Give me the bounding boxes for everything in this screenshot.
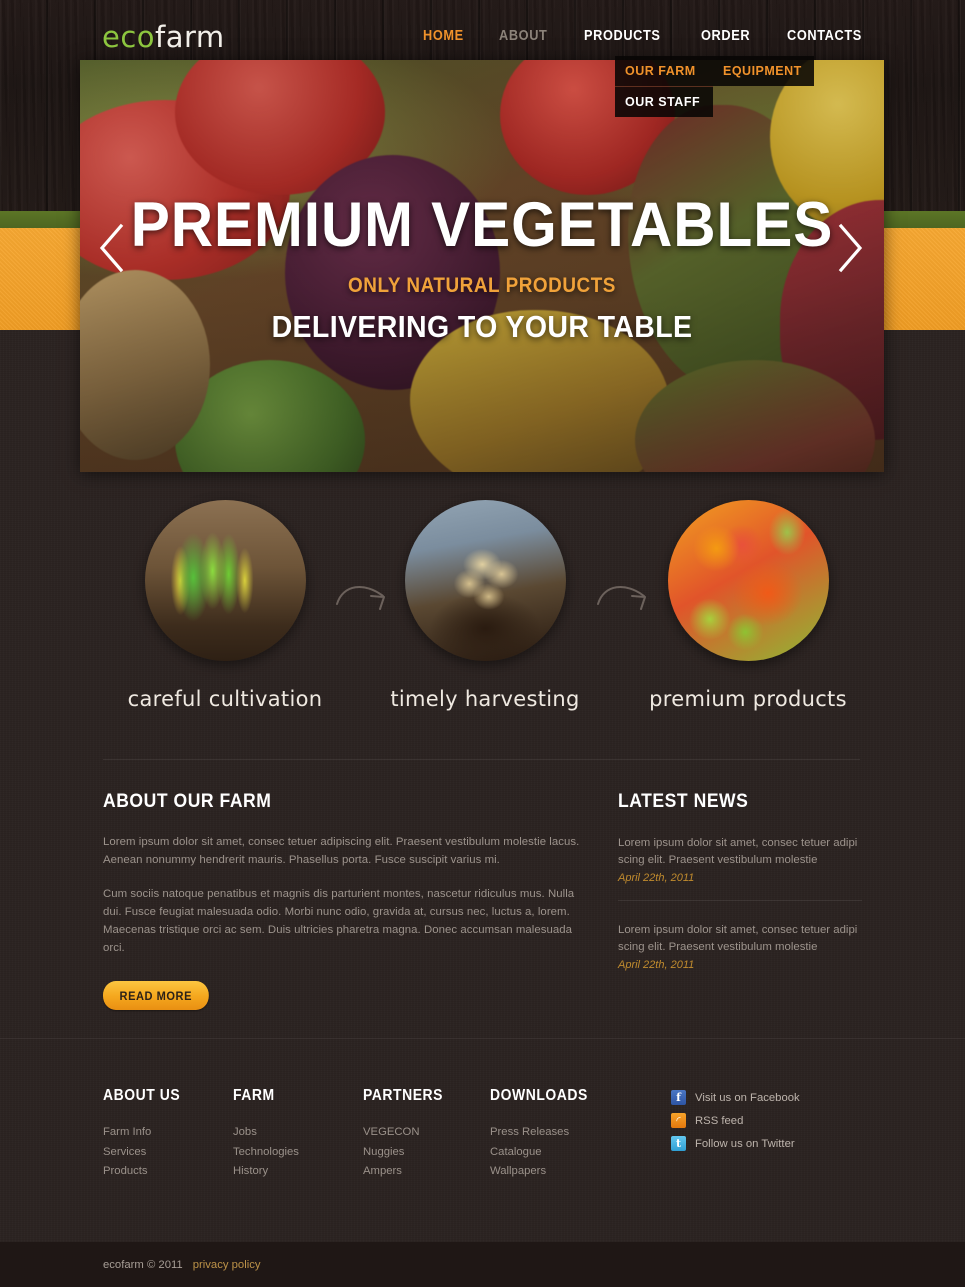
content-divider [103, 759, 860, 760]
news-item-divider [618, 900, 862, 901]
social-row-rss[interactable]: ◜ RSS feed [671, 1113, 800, 1128]
twitter-icon: t [671, 1136, 686, 1151]
main-navigation: HOME ABOUT PRODUCTS ORDER CONTACTS [408, 28, 887, 44]
hero-title: PREMIUM VEGETABLES [130, 190, 834, 260]
footer-link[interactable]: Ampers [363, 1162, 452, 1182]
facebook-icon: f [671, 1090, 686, 1105]
about-paragraph-2: Cum sociis natoque penatibus et magnis d… [103, 888, 575, 954]
about-paragraph-1: Lorem ipsum dolor sit amet, consec tetue… [103, 836, 580, 866]
footer-title-downloads: DOWNLOADS [490, 1087, 588, 1104]
logo-eco-text: eco [102, 20, 156, 54]
nav-item-order[interactable]: ORDER [686, 28, 772, 44]
nav-link-about[interactable]: ABOUT [499, 28, 547, 44]
nav-link-order[interactable]: ORDER [701, 28, 750, 44]
footer-link[interactable]: Catalogue [490, 1143, 599, 1163]
nav-link-products[interactable]: PRODUCTS [584, 28, 661, 44]
nav-link-contacts[interactable]: CONTACTS [787, 28, 862, 44]
hands-holding-potatoes-photo[interactable] [404, 500, 566, 661]
nav-item-about[interactable]: ABOUT [484, 28, 569, 44]
chevron-right-icon[interactable] [833, 222, 867, 274]
site-logo[interactable]: ecofarm [102, 20, 225, 54]
features-section: careful cultivation timely harvesting pr… [0, 500, 965, 735]
footer-links-partners: VEGECON Nuggies Ampers [363, 1123, 452, 1182]
dropdown-item-equipment[interactable]: EQUIPMENT [713, 56, 814, 86]
hero-caption: PREMIUM VEGETABLES ONLY NATURAL PRODUCTS… [80, 194, 884, 345]
footer-link[interactable]: History [233, 1162, 299, 1182]
assorted-vegetables-photo[interactable] [667, 500, 829, 661]
news-section-title: LATEST NEWS [618, 790, 749, 812]
news-item-2: Lorem ipsum dolor sit amet, consec tetue… [618, 922, 863, 971]
read-more-button[interactable]: READ MORE [103, 981, 209, 1010]
nav-item-contacts[interactable]: CONTACTS [772, 28, 887, 44]
copyright-bar: ecofarm © 2011 privacy policy [0, 1242, 965, 1287]
chevron-left-icon[interactable] [95, 222, 129, 274]
footer-links-about-us: Farm Info Services Products [103, 1123, 189, 1182]
site-footer: ABOUT US Farm Info Services Products FAR… [0, 1038, 965, 1242]
nav-item-home[interactable]: HOME [408, 28, 484, 44]
footer-link[interactable]: Services [103, 1143, 189, 1163]
hero-slider[interactable]: PREMIUM VEGETABLES ONLY NATURAL PRODUCTS… [80, 60, 884, 472]
footer-link[interactable]: Farm Info [103, 1123, 189, 1143]
news-date-1[interactable]: April 22th, 2011 [618, 872, 863, 884]
footer-links-farm: Jobs Technologies History [233, 1123, 299, 1182]
copyright-text: ecofarm © 2011 [103, 1258, 183, 1271]
footer-column-downloads: DOWNLOADS Press Releases Catalogue Wallp… [490, 1087, 599, 1182]
feature-timely-harvesting: timely harvesting [370, 500, 600, 711]
news-item-1: Lorem ipsum dolor sit amet, consec tetue… [618, 835, 863, 884]
latest-news-section: LATEST NEWS Lorem ipsum dolor sit amet, … [618, 790, 863, 971]
footer-link[interactable]: Jobs [233, 1123, 299, 1143]
footer-link[interactable]: Press Releases [490, 1123, 599, 1143]
logo-farm-text: farm [155, 20, 225, 54]
feature-premium-products: premium products [633, 500, 863, 711]
feature-label-2: timely harvesting [390, 687, 580, 711]
nav-link-home[interactable]: HOME [423, 28, 464, 44]
rss-icon: ◜ [671, 1113, 686, 1128]
dropdown-item-our-farm[interactable]: OUR FARM [615, 56, 713, 86]
social-label-facebook: Visit us on Facebook [695, 1091, 800, 1104]
feature-label-1: careful cultivation [127, 687, 323, 711]
dropdown-second-menu: EQUIPMENT [713, 56, 814, 86]
footer-title-partners: PARTNERS [363, 1087, 444, 1104]
footer-link[interactable]: Nuggies [363, 1143, 452, 1163]
footer-link[interactable]: Wallpapers [490, 1162, 599, 1182]
social-label-rss: RSS feed [695, 1114, 744, 1127]
news-text-2: Lorem ipsum dolor sit amet, consec tetue… [618, 924, 858, 953]
news-text-1: Lorem ipsum dolor sit amet, consec tetue… [618, 837, 858, 866]
news-date-2[interactable]: April 22th, 2011 [618, 959, 863, 971]
footer-column-about-us: ABOUT US Farm Info Services Products [103, 1087, 189, 1182]
footer-column-partners: PARTNERS VEGECON Nuggies Ampers [363, 1087, 452, 1182]
footer-title-about-us: ABOUT US [103, 1087, 181, 1104]
feature-label-3: premium products [649, 687, 847, 711]
feature-careful-cultivation: careful cultivation [110, 500, 340, 711]
social-row-facebook[interactable]: f Visit us on Facebook [671, 1090, 800, 1105]
dropdown-about-menu: OUR FARM OUR STAFF [615, 56, 713, 117]
nav-item-products[interactable]: PRODUCTS [569, 28, 686, 44]
footer-link[interactable]: VEGECON [363, 1123, 452, 1143]
footer-link[interactable]: Products [103, 1162, 189, 1182]
hero-tagline: DELIVERING TO YOUR TABLE [271, 309, 693, 344]
footer-title-farm: FARM [233, 1087, 275, 1104]
hero-subtitle: ONLY NATURAL PRODUCTS [348, 274, 616, 297]
footer-links-downloads: Press Releases Catalogue Wallpapers [490, 1123, 599, 1182]
privacy-policy-link[interactable]: privacy policy [193, 1259, 261, 1271]
sprouts-in-soil-photo[interactable] [144, 500, 306, 661]
social-row-twitter[interactable]: t Follow us on Twitter [671, 1136, 800, 1151]
dropdown-item-our-staff[interactable]: OUR STAFF [615, 86, 713, 117]
social-links: f Visit us on Facebook ◜ RSS feed t Foll… [671, 1090, 800, 1159]
about-section-title: ABOUT OUR FARM [103, 790, 272, 812]
social-label-twitter: Follow us on Twitter [695, 1137, 795, 1150]
about-section: ABOUT OUR FARM Lorem ipsum dolor sit ame… [103, 790, 583, 1010]
footer-column-farm: FARM Jobs Technologies History [233, 1087, 299, 1182]
footer-link[interactable]: Technologies [233, 1143, 299, 1163]
